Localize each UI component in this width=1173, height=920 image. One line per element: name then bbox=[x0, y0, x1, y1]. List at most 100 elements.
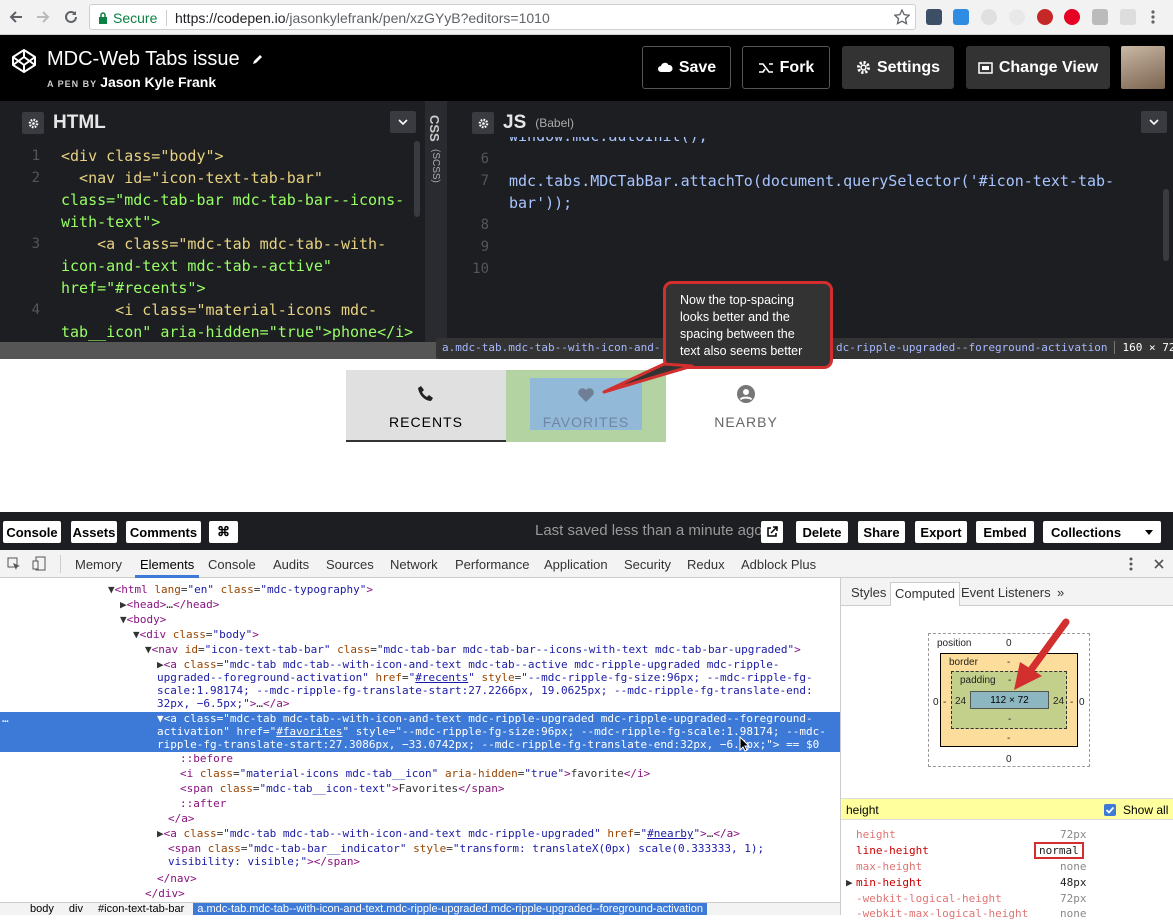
dom-node[interactable]: <span class="mdc-tab__icon-text">Favorit… bbox=[180, 782, 505, 795]
tab-computed[interactable]: Computed bbox=[890, 582, 960, 606]
dom-node[interactable]: ▼<body> bbox=[120, 613, 166, 626]
keyboard-shortcuts-button[interactable]: ⌘ bbox=[209, 521, 238, 543]
code-line[interactable]: <i class="material-icons mdc- bbox=[61, 299, 377, 321]
dom-node[interactable]: ▼<div class="body"> bbox=[133, 628, 259, 641]
dom-node[interactable]: <i class="material-icons mdc-tab__icon" … bbox=[180, 767, 650, 780]
extension-gear-icon[interactable] bbox=[981, 9, 997, 25]
dom-node[interactable]: ▶<head>…</head> bbox=[120, 598, 219, 611]
pen-author[interactable]: A PEN BY Jason Kyle Frank bbox=[47, 74, 216, 90]
code-line[interactable]: <a class="mdc-tab mdc-tab--with- bbox=[61, 233, 386, 255]
extension-d-icon[interactable] bbox=[953, 9, 969, 25]
tab-event-listeners[interactable]: Event Listeners bbox=[961, 585, 1051, 600]
devtools-menu-icon[interactable] bbox=[1129, 557, 1133, 571]
code-line[interactable]: tab__icon" aria-hidden="true">phone</i> bbox=[61, 321, 413, 343]
expand-triangle-icon[interactable]: ▶ bbox=[846, 876, 853, 889]
selected-dom-node[interactable]: … ▼<a class="mdc-tab mdc-tab--with-icon-… bbox=[0, 712, 840, 752]
property-name[interactable]: line-height bbox=[856, 844, 929, 857]
dom-node[interactable]: <span class="mdc-tab-bar__indicator" sty… bbox=[168, 842, 764, 868]
change-view-button[interactable]: Change View bbox=[966, 46, 1110, 89]
pen-title[interactable]: MDC-Web Tabs issue bbox=[47, 48, 264, 71]
pinterest-icon[interactable] bbox=[1064, 9, 1080, 25]
code-line[interactable]: mdc.tabs.MDCTabBar.attachTo(document.que… bbox=[509, 170, 1114, 192]
tab-styles[interactable]: Styles bbox=[851, 585, 886, 600]
save-button[interactable]: Save bbox=[642, 46, 731, 89]
code-line[interactable]: bar')); bbox=[509, 192, 572, 214]
js-settings-gear-icon[interactable] bbox=[472, 112, 494, 134]
dom-node[interactable]: ::before bbox=[180, 752, 233, 765]
dom-node[interactable]: </a> bbox=[168, 812, 195, 825]
css-pane-collapsed[interactable]: CSS (SCSS) bbox=[425, 101, 447, 359]
dom-node[interactable]: ▶<a class="mdc-tab mdc-tab--with-icon-an… bbox=[157, 827, 740, 840]
tab-memory[interactable]: Memory bbox=[75, 557, 122, 572]
dom-tree[interactable]: ▼<html lang="en" class="mdc-typography">… bbox=[0, 578, 840, 902]
tab-performance[interactable]: Performance bbox=[455, 557, 529, 572]
delete-button[interactable]: Delete bbox=[796, 521, 848, 543]
html-collapse-chevron-icon[interactable] bbox=[390, 111, 416, 133]
show-all-checkbox[interactable] bbox=[1104, 804, 1116, 816]
embed-button[interactable]: Embed bbox=[976, 521, 1034, 543]
tab-network[interactable]: Network bbox=[390, 557, 438, 572]
extension-b-icon[interactable] bbox=[1120, 9, 1136, 25]
property-name[interactable]: max-height bbox=[856, 860, 922, 873]
tab-sources[interactable]: Sources bbox=[326, 557, 374, 572]
console-button[interactable]: Console bbox=[3, 521, 61, 543]
breadcrumb-item[interactable]: div bbox=[69, 903, 83, 915]
pencil-icon[interactable] bbox=[251, 53, 264, 66]
reload-icon[interactable] bbox=[63, 9, 79, 25]
inspect-element-icon[interactable] bbox=[7, 557, 21, 571]
dom-node[interactable]: ▼<html lang="en" class="mdc-typography"> bbox=[108, 583, 373, 596]
breadcrumb-item[interactable]: #icon-text-tab-bar bbox=[98, 903, 184, 915]
fork-button[interactable]: Fork bbox=[742, 46, 830, 89]
comments-button[interactable]: Comments bbox=[126, 521, 201, 543]
tab-console[interactable]: Console bbox=[208, 557, 256, 572]
extension-grid-icon[interactable] bbox=[926, 9, 942, 25]
code-line[interactable]: with-text"> bbox=[61, 211, 160, 233]
breadcrumb-item-active[interactable]: a.mdc-tab.mdc-tab--with-icon-and-text.md… bbox=[193, 903, 707, 915]
code-line[interactable]: <div class="body"> bbox=[61, 145, 224, 167]
tab-security[interactable]: Security bbox=[624, 557, 671, 572]
adblock-plus-icon[interactable] bbox=[1037, 9, 1053, 25]
dom-node[interactable]: ▼<nav id="icon-text-tab-bar" class="mdc-… bbox=[145, 643, 801, 656]
property-name[interactable]: -webkit-logical-height bbox=[856, 892, 1002, 905]
share-button[interactable]: Share bbox=[858, 521, 905, 543]
dom-node[interactable]: ▶<a class="mdc-tab mdc-tab--with-icon-an… bbox=[157, 658, 813, 710]
tab-application[interactable]: Application bbox=[544, 557, 608, 572]
avatar[interactable] bbox=[1121, 46, 1165, 89]
html-settings-gear-icon[interactable] bbox=[22, 112, 44, 134]
js-scrollbar[interactable] bbox=[1163, 189, 1169, 261]
code-line[interactable]: window.mdc.autoInit(); bbox=[509, 137, 708, 147]
property-name[interactable]: height bbox=[856, 828, 896, 841]
tab-redux[interactable]: Redux bbox=[687, 557, 725, 572]
property-name[interactable]: -webkit-max-logical-height bbox=[856, 907, 1028, 920]
tab-recents[interactable]: RECENTS bbox=[346, 370, 506, 442]
secure-indicator[interactable]: Secure bbox=[98, 10, 157, 26]
property-name[interactable]: min-height bbox=[856, 876, 922, 889]
code-line[interactable]: href="#recents"> bbox=[61, 277, 206, 299]
js-collapse-chevron-icon[interactable] bbox=[1141, 111, 1167, 133]
extension-fb-icon[interactable] bbox=[1092, 9, 1108, 25]
back-icon[interactable] bbox=[8, 9, 24, 25]
export-button[interactable]: Export bbox=[915, 521, 967, 543]
code-line[interactable]: <nav id="icon-text-tab-bar" bbox=[61, 167, 323, 189]
tab-adblock-plus[interactable]: Adblock Plus bbox=[741, 557, 816, 572]
tab-audits[interactable]: Audits bbox=[273, 557, 309, 572]
html-scrollbar[interactable] bbox=[414, 141, 420, 217]
open-external-icon[interactable] bbox=[761, 521, 783, 543]
chrome-menu-icon[interactable] bbox=[1150, 9, 1156, 25]
extension-circle-icon[interactable] bbox=[1009, 9, 1025, 25]
dom-node[interactable]: ▼<a class="mdc-tab mdc-tab--with-icon-an… bbox=[157, 712, 826, 751]
filter-input[interactable]: height bbox=[846, 803, 879, 817]
close-devtools-icon[interactable] bbox=[1153, 558, 1165, 570]
device-toolbar-icon[interactable] bbox=[32, 556, 46, 571]
assets-button[interactable]: Assets bbox=[71, 521, 117, 543]
settings-button[interactable]: Settings bbox=[842, 46, 954, 89]
collections-button[interactable]: Collections bbox=[1043, 521, 1161, 543]
dom-node[interactable]: ::after bbox=[180, 797, 226, 810]
forward-icon[interactable] bbox=[35, 9, 51, 25]
dom-node[interactable]: </nav> bbox=[157, 872, 197, 885]
dom-node[interactable]: </div> bbox=[145, 887, 185, 900]
address-bar[interactable]: Secure https://codepen.io/jasonkylefrank… bbox=[89, 4, 916, 30]
more-tabs-icon[interactable]: » bbox=[1057, 585, 1064, 600]
code-line[interactable]: icon-and-text mdc-tab--active" bbox=[61, 255, 332, 277]
author-name[interactable]: Jason Kyle Frank bbox=[100, 74, 216, 90]
